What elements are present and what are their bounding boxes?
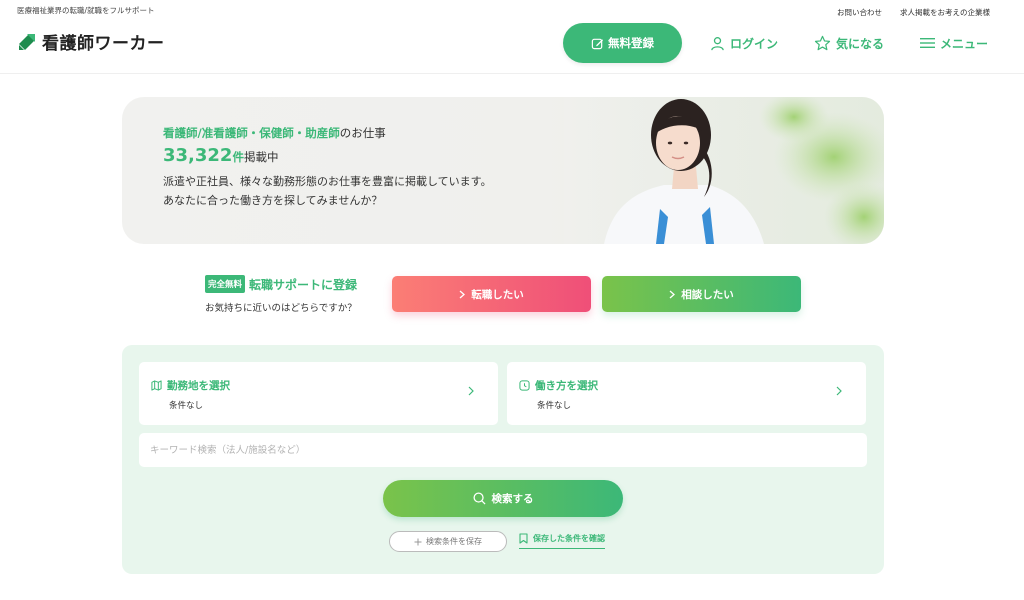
main-nav: 無料登録 ログイン 気になる メニュー [563,23,988,63]
location-title: 勤務地を選択 [151,378,230,393]
logo-text: 看護師ワーカー [42,34,165,54]
saved-conditions-label: 保存した条件を確認 [533,534,605,543]
job-count: 33,322 [163,145,233,166]
save-search-button[interactable]: 検索条件を保存 [389,531,507,552]
site-header: 医療福祉業界の転職/就職をフルサポート 看護師ワーカー お問い合わせ 求人掲載を… [0,0,1024,74]
employer-link[interactable]: 求人掲載をお考えの企業様 [900,7,990,18]
job-count-suffix: 掲載中 [243,150,279,164]
pencil-square-icon [591,38,604,49]
consult-label: 相談したい [681,288,734,301]
search-button[interactable]: 検索する [383,480,623,517]
hero-banner: 看護師/准看護師・保健師・助産師のお仕事 33,322件掲載中 派遣や正社員、様… [122,97,884,244]
hero-text: 看護師/准看護師・保健師・助産師のお仕事 33,322件掲載中 派遣や正社員、様… [163,125,492,210]
favorites-label: 気になる [836,36,885,51]
contact-link[interactable]: お問い合わせ [837,7,882,18]
register-button[interactable]: 無料登録 [563,23,682,63]
location-select[interactable]: 勤務地を選択 条件なし [139,362,498,425]
hero-desc-line2: あなたに合った働き方を探してみませんか？ [163,194,383,207]
change-jobs-label: 転職したい [471,288,524,301]
chevron-right-icon [669,290,676,298]
plus-icon [414,538,422,545]
map-icon [151,380,162,391]
user-icon [711,36,724,50]
cta-subtitle: お気持ちに近いのはどちらですか？ [205,303,357,314]
search-icon [472,492,486,505]
bookmark-icon [519,533,528,544]
job-search-panel: 勤務地を選択 条件なし 働き方を選択 条件なし 検索する 検索条件を保存 保存し… [122,345,884,574]
hero-job-types: 看護師/准看護師・保健師・助産師 [163,126,340,140]
hero-desc-line1: 派遣や正社員、様々な勤務形態のお仕事を豊富に掲載しています。 [163,175,492,188]
hamburger-icon [920,38,936,48]
favorites-link[interactable]: 気になる [814,35,884,52]
want-to-consult-button[interactable]: 相談したい [602,276,801,312]
hero-description: 派遣や正社員、様々な勤務形態のお仕事を豊富に掲載しています。 あなたに合った働き… [163,172,492,210]
search-button-label: 検索する [491,493,534,505]
workstyle-value: 条件なし [537,401,572,411]
tagline: 医療福祉業界の転職/就職をフルサポート [17,6,155,15]
logo-mark-icon [19,33,35,50]
clock-icon [519,380,530,391]
workstyle-title: 働き方を選択 [519,378,598,393]
top-links: お問い合わせ 求人掲載をお考えの企業様 [837,7,990,18]
hero-headline: 看護師/准看護師・保健師・助産師のお仕事 [163,125,492,141]
hero-headline-suffix: のお仕事 [339,126,386,140]
support-cta: 完全無料 転職サポートに登録 お気持ちに近いのはどちらですか？ [205,275,357,314]
star-icon [814,35,831,50]
location-value: 条件なし [169,401,204,411]
site-logo[interactable]: 看護師ワーカー [17,29,165,54]
menu-button[interactable]: メニュー [920,35,988,52]
login-label: ログイン [730,36,779,51]
keyword-search-input[interactable] [139,433,867,467]
chevron-right-icon [468,386,474,396]
menu-label: メニュー [940,36,989,51]
job-count-unit: 件 [232,150,244,164]
login-link[interactable]: ログイン [710,35,778,52]
hero-count-row: 33,322件掲載中 [163,145,492,166]
chevron-right-icon [836,386,842,396]
workstyle-title-text: 働き方を選択 [535,380,598,392]
save-search-label: 検索条件を保存 [426,537,482,546]
register-label: 無料登録 [608,36,654,50]
cta-title: 転職サポートに登録 [249,277,358,292]
free-badge: 完全無料 [205,275,246,293]
chevron-right-icon [459,290,466,298]
workstyle-select[interactable]: 働き方を選択 条件なし [507,362,866,425]
location-title-text: 勤務地を選択 [167,380,230,392]
saved-conditions-link[interactable]: 保存した条件を確認 [519,533,605,549]
want-to-change-jobs-button[interactable]: 転職したい [392,276,591,312]
nurse-photo [564,97,884,244]
